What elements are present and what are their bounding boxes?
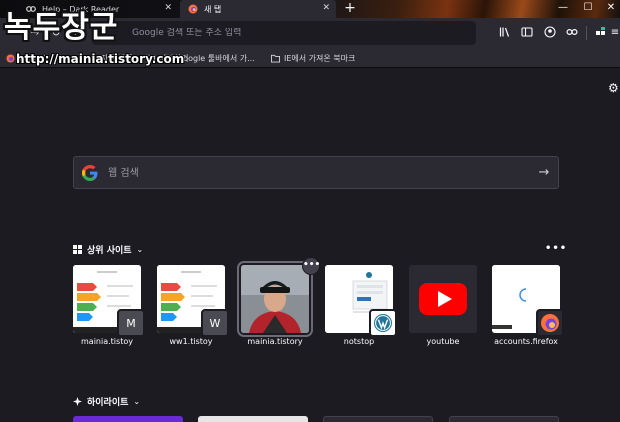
site-thumbnail xyxy=(237,261,313,337)
tab-new-tab[interactable]: 새 탭 ✕ xyxy=(180,0,336,18)
top-sites-header[interactable]: 상위 사이트 ⌄ xyxy=(73,243,143,256)
firefox-icon xyxy=(188,4,198,14)
highlight-card[interactable] xyxy=(73,416,183,422)
toolbar-separator xyxy=(586,26,587,40)
bookmark-item[interactable]: IE에서 가져온 북마크 xyxy=(271,48,355,68)
close-window-icon[interactable]: ✕ xyxy=(604,1,618,15)
highlights-header[interactable]: 하이라이트 ⌄ xyxy=(73,395,140,408)
extensions-icon[interactable] xyxy=(594,26,608,40)
minimize-icon[interactable]: — xyxy=(556,1,570,15)
tab-title: Help – Dark Reader xyxy=(42,4,120,14)
top-site-tile[interactable]: W ww1.tistoy xyxy=(157,265,229,346)
firefox-icon xyxy=(536,309,564,337)
new-tab-page: ⚙ → 상위 사이트 ⌄ ••• xyxy=(0,69,620,422)
bookmark-item[interactable]: ⚙ 자주 방문... xyxy=(88,48,141,68)
web-search-box[interactable]: → xyxy=(73,156,559,189)
navigation-toolbar: ← → ↻ ≡ xyxy=(0,18,620,48)
site-letter-badge: M xyxy=(117,309,145,337)
grid-icon xyxy=(73,245,82,254)
folder-icon xyxy=(271,54,280,63)
top-site-tile[interactable]: ••• mainia.tistory xyxy=(237,257,320,346)
bookmarks-toolbar: https://... ⚙ 자주 방문... 시작하기 Google 툴바에서 … xyxy=(0,48,620,68)
top-site-tile[interactable]: accounts.firefox xyxy=(492,265,564,346)
bookmark-item[interactable]: Google 툴바에서 가... xyxy=(164,48,255,68)
home-icon[interactable] xyxy=(71,26,85,40)
address-bar[interactable] xyxy=(92,21,476,45)
bookmark-label: IE에서 가져온 북마크 xyxy=(284,53,356,63)
chevron-down-icon: ⌄ xyxy=(136,245,144,254)
bookmark-label: Google 툴바에서 가... xyxy=(177,53,255,63)
top-sites-title: 상위 사이트 xyxy=(87,246,132,256)
personalize-gear-icon[interactable]: ⚙ xyxy=(608,81,619,95)
top-site-tile[interactable]: notstop xyxy=(325,265,397,346)
site-thumbnail xyxy=(409,265,477,333)
address-input[interactable] xyxy=(132,28,472,38)
tab-title: 새 탭 xyxy=(204,4,222,14)
wordpress-icon xyxy=(369,309,397,337)
chevron-down-icon: ⌄ xyxy=(133,397,141,406)
maximize-icon[interactable]: ☐ xyxy=(581,1,595,15)
tab-dark-reader[interactable]: Help – Dark Reader ✕ xyxy=(2,0,178,18)
search-submit-arrow-icon[interactable]: → xyxy=(534,163,554,183)
forward-arrow-icon[interactable]: → xyxy=(28,26,42,40)
dark-reader-extension-icon[interactable] xyxy=(565,26,579,40)
menu-icon[interactable]: ≡ xyxy=(608,26,620,40)
youtube-icon xyxy=(409,265,477,333)
account-icon[interactable] xyxy=(543,26,557,40)
firefox-icon xyxy=(6,53,15,63)
reload-icon[interactable]: ↻ xyxy=(49,26,63,40)
gear-icon: ⚙ xyxy=(88,53,97,63)
new-tab-plus-icon[interactable]: + xyxy=(342,0,358,16)
web-search-input[interactable] xyxy=(108,163,518,183)
bookmark-label: 자주 방문... xyxy=(101,53,141,63)
sidebar-icon[interactable] xyxy=(520,26,534,40)
more-options-icon[interactable]: ••• xyxy=(545,243,567,254)
highlight-card[interactable] xyxy=(323,416,433,422)
top-site-tile[interactable]: youtube xyxy=(409,265,477,346)
tile-more-options-icon[interactable]: ••• xyxy=(302,257,320,275)
highlights-title: 하이라이트 xyxy=(87,398,129,408)
title-bar: Help – Dark Reader ✕ 새 탭 ✕ + — ☐ ✕ xyxy=(0,0,620,18)
sparkle-icon xyxy=(73,397,82,406)
site-letter-badge: W xyxy=(201,309,229,337)
google-icon xyxy=(82,165,98,181)
folder-icon xyxy=(164,54,173,63)
back-arrow-icon[interactable]: ← xyxy=(4,26,18,40)
close-tab-icon[interactable]: ✕ xyxy=(164,3,172,13)
library-icon[interactable] xyxy=(498,26,512,40)
highlight-card[interactable] xyxy=(449,416,559,422)
close-tab-icon[interactable]: ✕ xyxy=(322,3,330,13)
folder-icon xyxy=(146,54,155,63)
bookmark-label: https://... xyxy=(19,53,56,63)
bookmark-item[interactable]: https://... xyxy=(6,48,55,68)
dark-reader-icon xyxy=(26,4,36,14)
highlight-card[interactable] xyxy=(198,416,308,422)
site-label: accounts.firefox xyxy=(494,337,558,346)
profile-photo xyxy=(241,265,309,333)
top-site-tile[interactable]: M mainia.tistoy xyxy=(73,265,145,346)
